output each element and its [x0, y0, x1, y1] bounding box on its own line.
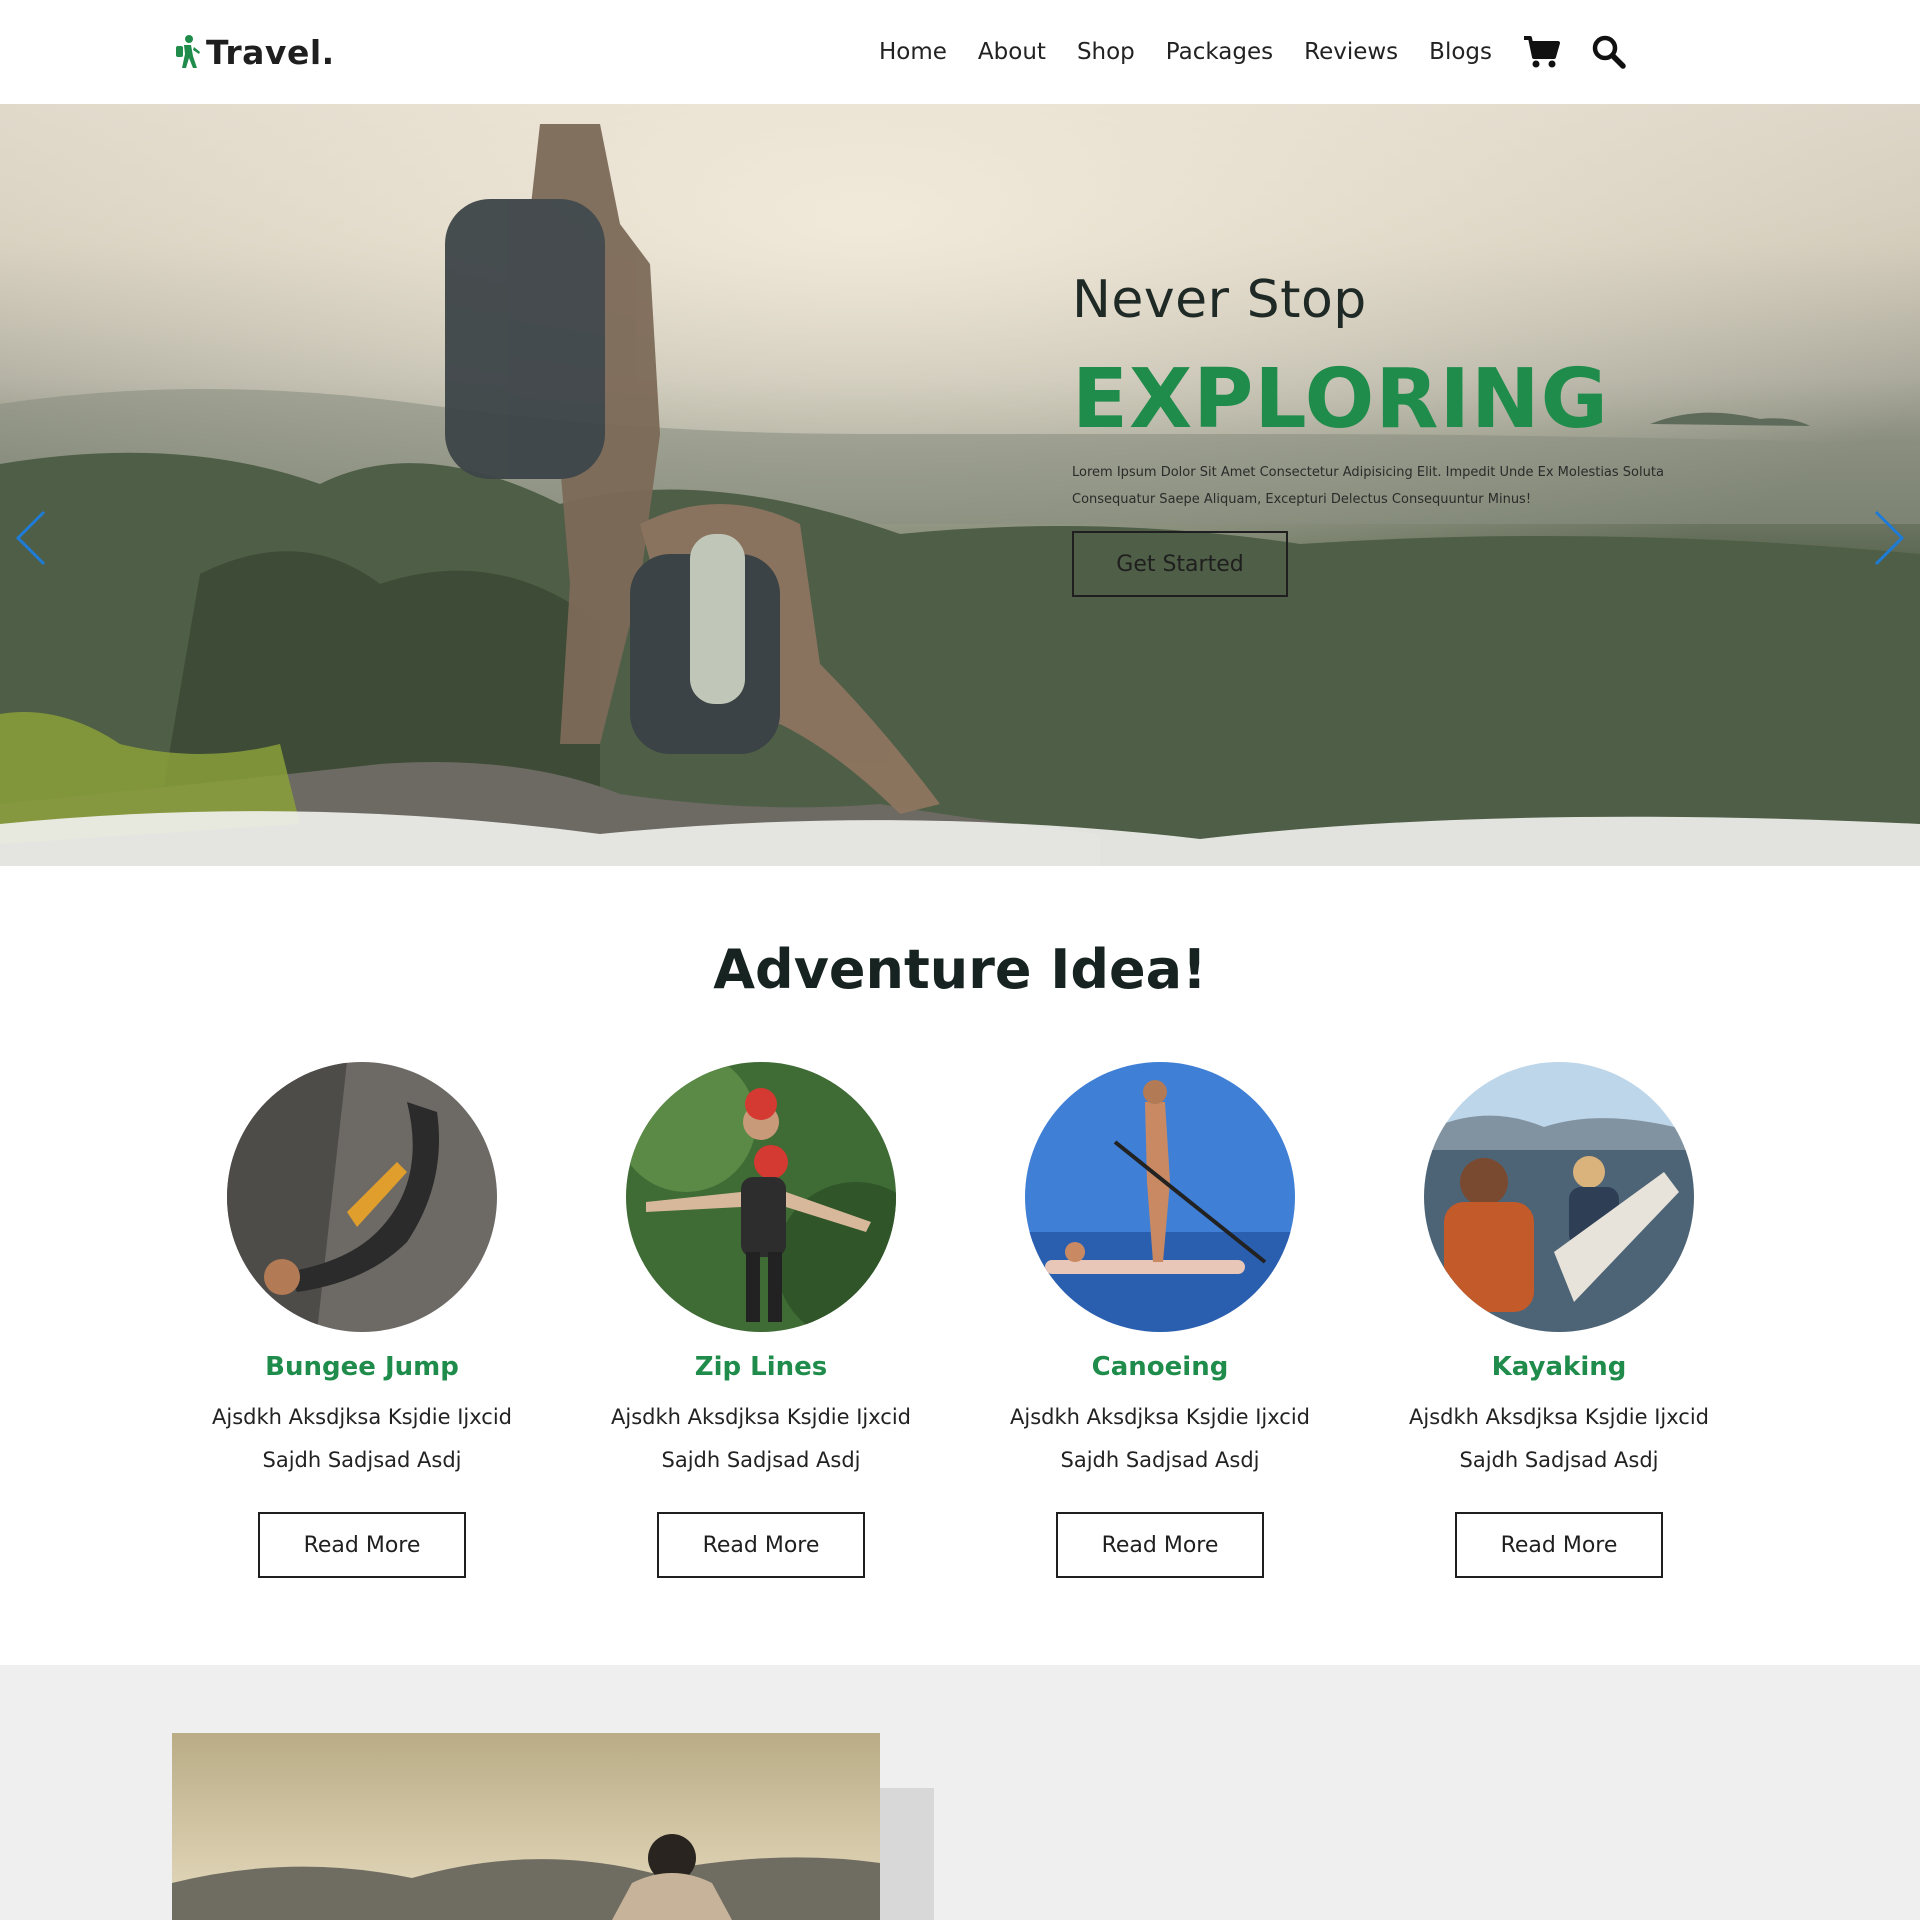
card-description-line: Ajsdkh Aksdjksa Ksjdie Ijxcid	[1409, 1405, 1709, 1429]
card-canoeing: Canoeing Ajsdkh Aksdjksa Ksjdie Ijxcid S…	[990, 1062, 1330, 1578]
canoeing-image	[1025, 1062, 1295, 1332]
section-title: Adventure Idea!	[713, 938, 1207, 1001]
hero-title: EXPLORING	[1072, 352, 1609, 447]
card-title: Canoeing	[1091, 1352, 1229, 1382]
image-backdrop	[880, 1788, 934, 1920]
card-title: Kayaking	[1491, 1352, 1627, 1382]
zip-lines-image	[626, 1062, 896, 1332]
nav-shop[interactable]: Shop	[1077, 39, 1135, 65]
nav-blogs[interactable]: Blogs	[1429, 39, 1492, 65]
read-more-button[interactable]: Read More	[258, 1512, 466, 1578]
card-description: Ajsdkh Aksdjksa Ksjdie Ijxcid Sajdh Sadj…	[1389, 1396, 1729, 1482]
card-description-line: Sajdh Sadjsad Asdj	[262, 1448, 462, 1472]
card-description-line: Sajdh Sadjsad Asdj	[661, 1448, 861, 1472]
logo[interactable]: Travel.	[172, 30, 335, 74]
hero-content: Never Stop EXPLORING Lorem Ipsum Dolor S…	[1072, 270, 1732, 597]
card-description: Ajsdkh Aksdjksa Ksjdie Ijxcid Sajdh Sadj…	[591, 1396, 931, 1482]
nav-about[interactable]: About	[978, 39, 1046, 65]
search-icon[interactable]	[1590, 33, 1628, 71]
nav-packages[interactable]: Packages	[1166, 39, 1273, 65]
chevron-right-icon[interactable]	[1868, 508, 1908, 568]
logo-text: Travel.	[206, 32, 335, 72]
main-nav: Home About Shop Packages Reviews Blogs	[848, 32, 1628, 72]
card-description-line: Ajsdkh Aksdjksa Ksjdie Ijxcid	[1010, 1405, 1310, 1429]
card-description-line: Ajsdkh Aksdjksa Ksjdie Ijxcid	[212, 1405, 512, 1429]
cart-icon[interactable]	[1522, 33, 1560, 71]
hero-banner: Never Stop EXPLORING Lorem Ipsum Dolor S…	[0, 104, 1920, 866]
about-image	[172, 1733, 880, 1920]
about-section	[0, 1665, 1920, 1920]
card-description-line: Sajdh Sadjsad Asdj	[1459, 1448, 1659, 1472]
adventure-cards: Bungee Jump Ajsdkh Aksdjksa Ksjdie Ijxci…	[0, 1062, 1920, 1592]
read-more-button[interactable]: Read More	[657, 1512, 865, 1578]
hiker-logo-icon	[176, 35, 200, 68]
site-header: Travel. Home About Shop Packages Reviews…	[0, 0, 1920, 104]
card-title: Bungee Jump	[265, 1352, 459, 1382]
card-description: Ajsdkh Aksdjksa Ksjdie Ijxcid Sajdh Sadj…	[192, 1396, 532, 1482]
get-started-button[interactable]: Get Started	[1072, 531, 1288, 597]
card-kayaking: Kayaking Ajsdkh Aksdjksa Ksjdie Ijxcid S…	[1389, 1062, 1729, 1578]
hero-subtitle: Never Stop	[1072, 270, 1367, 330]
nav-reviews[interactable]: Reviews	[1304, 39, 1398, 65]
card-description-line: Sajdh Sadjsad Asdj	[1060, 1448, 1260, 1472]
bungee-jump-image	[227, 1062, 497, 1332]
card-description-line: Ajsdkh Aksdjksa Ksjdie Ijxcid	[611, 1405, 911, 1429]
read-more-button[interactable]: Read More	[1455, 1512, 1663, 1578]
card-description: Ajsdkh Aksdjksa Ksjdie Ijxcid Sajdh Sadj…	[990, 1396, 1330, 1482]
nav-home[interactable]: Home	[879, 39, 947, 65]
card-title: Zip Lines	[694, 1352, 828, 1382]
kayaking-image	[1424, 1062, 1694, 1332]
hero-description: Lorem Ipsum Dolor Sit Amet Consectetur A…	[1072, 465, 1664, 507]
card-bungee-jump: Bungee Jump Ajsdkh Aksdjksa Ksjdie Ijxci…	[192, 1062, 532, 1578]
chevron-left-icon[interactable]	[12, 508, 52, 568]
read-more-button[interactable]: Read More	[1056, 1512, 1264, 1578]
card-zip-lines: Zip Lines Ajsdkh Aksdjksa Ksjdie Ijxcid …	[591, 1062, 931, 1578]
